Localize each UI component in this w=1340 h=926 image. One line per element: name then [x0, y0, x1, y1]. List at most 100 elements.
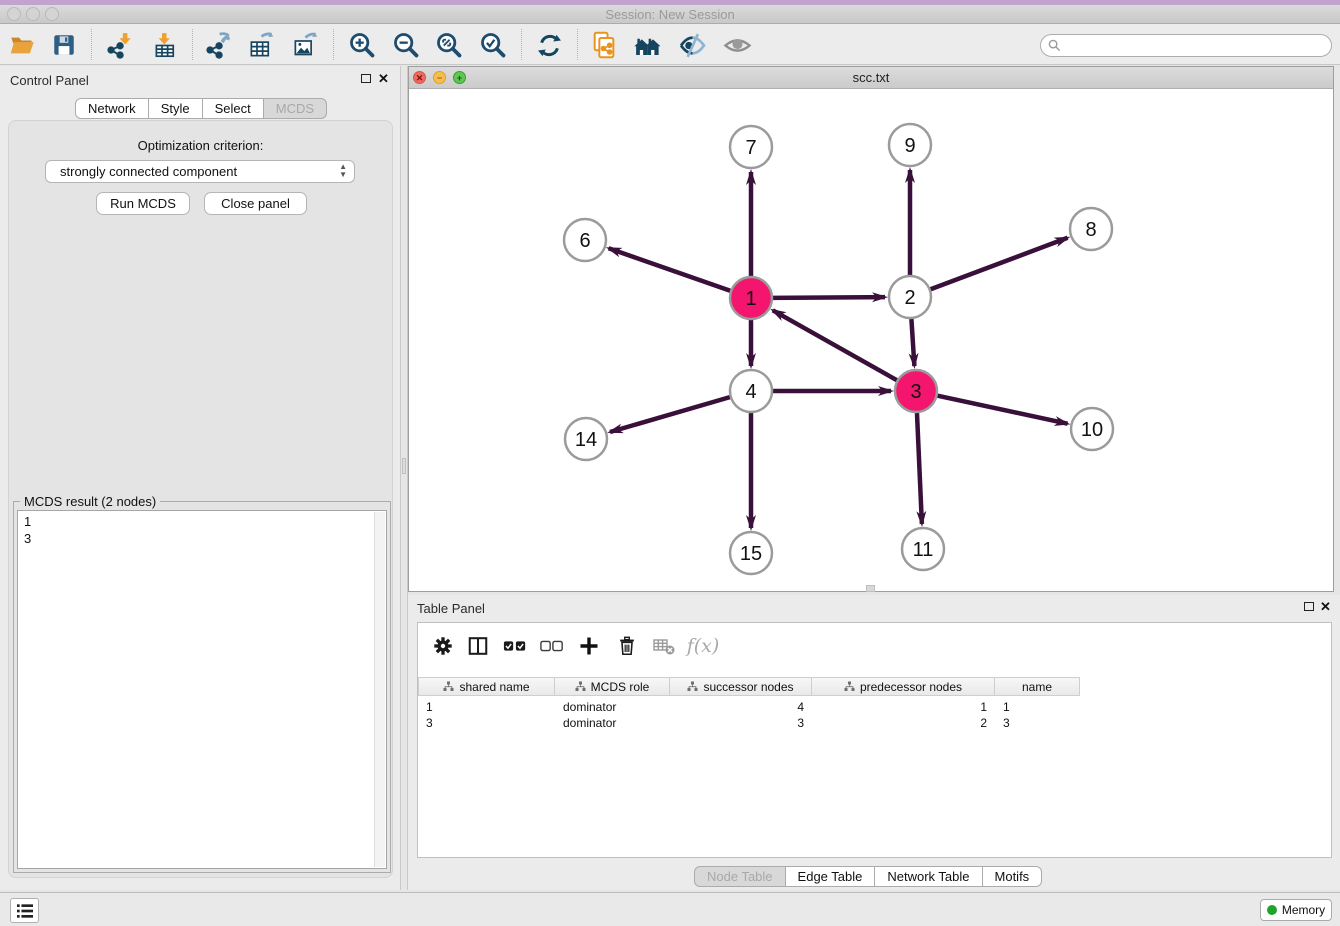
mcds-result-textarea[interactable]: 1 3: [17, 510, 387, 869]
function-builder-button[interactable]: f(x): [688, 631, 718, 661]
deselect-all-columns-button[interactable]: [537, 631, 567, 661]
node-label-1: 1: [745, 288, 756, 310]
zoom-selected-button[interactable]: [476, 28, 510, 62]
node-label-15: 15: [740, 543, 762, 565]
edge-1-6[interactable]: [609, 248, 731, 290]
tab-motifs[interactable]: Motifs: [983, 866, 1043, 887]
cell-successor-nodes[interactable]: 4: [670, 699, 812, 715]
close-panel-button[interactable]: Close panel: [204, 192, 307, 215]
column-header-predecessor-nodes[interactable]: predecessor nodes: [812, 677, 995, 696]
column-header-name[interactable]: name: [995, 677, 1080, 696]
run-mcds-button[interactable]: Run MCDS: [96, 192, 190, 215]
import-table-icon: [153, 32, 180, 59]
edge-3-1[interactable]: [773, 310, 897, 380]
minimize-traffic-light[interactable]: [26, 7, 40, 21]
add-column-button[interactable]: [574, 631, 604, 661]
column-label: successor nodes: [703, 680, 793, 694]
open-session-button[interactable]: [5, 28, 39, 62]
hide-graphics-details-icon: [678, 31, 707, 60]
export-table-icon: [248, 32, 275, 59]
hide-graphics-details-button[interactable]: [675, 28, 709, 62]
edge-1-2[interactable]: [773, 297, 885, 298]
export-table-button[interactable]: [244, 28, 278, 62]
zoom-traffic-light[interactable]: [45, 7, 59, 21]
node-label-3: 3: [910, 381, 921, 403]
export-network-button[interactable]: [201, 28, 235, 62]
birds-eye-view-button[interactable]: [720, 28, 754, 62]
import-network-icon: [106, 32, 133, 59]
home-button[interactable]: [631, 28, 665, 62]
trash-icon: [616, 635, 638, 657]
tab-network[interactable]: Network: [75, 98, 149, 119]
criterion-dropdown[interactable]: strongly connected component ▲▼: [45, 160, 355, 183]
cell-predecessor-nodes[interactable]: 1: [812, 699, 995, 715]
edge-3-10[interactable]: [938, 396, 1068, 424]
search-input[interactable]: [1040, 34, 1332, 57]
export-image-button[interactable]: [288, 28, 322, 62]
float-panel-icon[interactable]: [361, 74, 371, 83]
close-network-traffic-light[interactable]: ✕: [413, 71, 426, 84]
task-history-button[interactable]: [10, 898, 39, 923]
column-header-mcds-role[interactable]: MCDS role: [555, 677, 670, 696]
column-header-shared-name[interactable]: shared name: [418, 677, 555, 696]
cell-shared-name[interactable]: 1: [418, 699, 555, 715]
cell-mcds-role[interactable]: dominator: [555, 699, 670, 715]
node-label-9: 9: [904, 135, 915, 157]
node-table-container: f(x) shared name MCDS role successor nod…: [417, 622, 1332, 858]
clone-network-button[interactable]: [587, 28, 621, 62]
minimize-network-traffic-light[interactable]: −: [433, 71, 446, 84]
tab-edge-table[interactable]: Edge Table: [786, 866, 876, 887]
cell-predecessor-nodes[interactable]: 2: [812, 715, 995, 731]
column-label: predecessor nodes: [860, 680, 962, 694]
cell-shared-name[interactable]: 3: [418, 715, 555, 731]
toolbar-separator: [91, 29, 92, 60]
edge-4-14[interactable]: [610, 397, 730, 432]
cell-mcds-role[interactable]: dominator: [555, 715, 670, 731]
cell-name[interactable]: 3: [995, 715, 1080, 731]
zoom-in-button[interactable]: [345, 28, 379, 62]
control-panel: Control Panel ✕ Network Style Select MCD…: [0, 66, 400, 890]
horizontal-splitter-grip[interactable]: [866, 585, 875, 592]
network-canvas[interactable]: 7968124314101511: [409, 89, 1333, 591]
zoom-network-traffic-light[interactable]: +: [453, 71, 466, 84]
node-label-14: 14: [575, 429, 597, 451]
import-network-button[interactable]: [102, 28, 136, 62]
delete-columns-button[interactable]: [612, 631, 642, 661]
import-table-button[interactable]: [149, 28, 183, 62]
toolbar-separator: [192, 29, 193, 60]
tab-node-table[interactable]: Node Table: [694, 866, 786, 887]
refresh-button[interactable]: [532, 28, 566, 62]
search-field[interactable]: [1040, 34, 1332, 57]
float-table-panel-icon[interactable]: [1304, 602, 1314, 611]
result-scrollbar[interactable]: [374, 512, 385, 867]
vertical-splitter[interactable]: [400, 66, 408, 890]
cell-name[interactable]: 1: [995, 699, 1080, 715]
network-window-titlebar: ✕ − + scc.txt: [409, 67, 1333, 89]
column-label: shared name: [459, 680, 529, 694]
tab-mcds[interactable]: MCDS: [264, 98, 327, 119]
splitter-grip[interactable]: [402, 458, 406, 474]
tab-style[interactable]: Style: [149, 98, 203, 119]
memory-button[interactable]: Memory: [1260, 899, 1332, 921]
zoom-in-icon: [348, 31, 376, 59]
close-traffic-light[interactable]: [7, 7, 21, 21]
column-header-successor-nodes[interactable]: successor nodes: [670, 677, 812, 696]
split-view-button[interactable]: [463, 631, 493, 661]
close-panel-icon[interactable]: ✕: [378, 74, 389, 84]
edge-3-11[interactable]: [917, 413, 922, 524]
delete-table-button[interactable]: [649, 631, 679, 661]
cell-successor-nodes[interactable]: 3: [670, 715, 812, 731]
network-graph[interactable]: 7968124314101511: [409, 89, 1333, 591]
edge-2-8[interactable]: [931, 238, 1068, 289]
table-settings-button[interactable]: [428, 631, 458, 661]
save-session-button[interactable]: [47, 28, 81, 62]
tab-select[interactable]: Select: [203, 98, 264, 119]
edge-2-3[interactable]: [911, 319, 914, 366]
zoom-fit-button[interactable]: [432, 28, 466, 62]
tab-network-table[interactable]: Network Table: [875, 866, 982, 887]
close-table-panel-icon[interactable]: ✕: [1320, 602, 1331, 612]
unchecked-boxes-icon: [540, 634, 564, 658]
status-bar: Memory: [0, 892, 1340, 926]
zoom-out-button[interactable]: [389, 28, 423, 62]
select-all-columns-button[interactable]: [500, 631, 530, 661]
